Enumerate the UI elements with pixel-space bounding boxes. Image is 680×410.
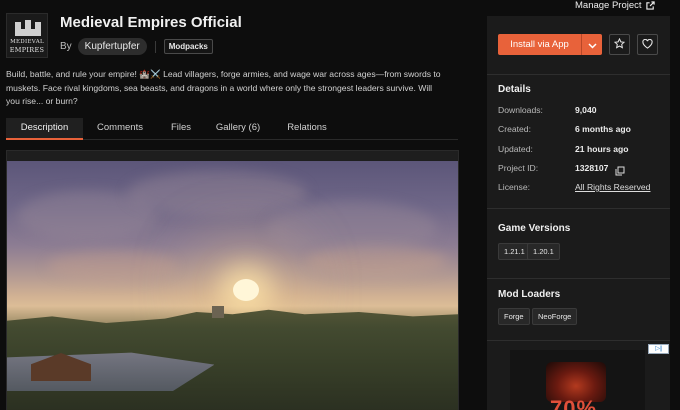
castle-icon xyxy=(15,20,41,36)
description-image-frame xyxy=(6,150,459,410)
mod-loaders-title: Mod Loaders xyxy=(498,289,561,300)
mod-loader-chip[interactable]: NeoForge xyxy=(532,308,578,325)
tab-description[interactable]: Description xyxy=(6,118,83,140)
divider xyxy=(487,208,670,209)
follow-button[interactable] xyxy=(609,34,630,55)
project-logo[interactable]: MEDIEVAL EMPIRES xyxy=(6,13,48,58)
project-tabs: Description Comments Files Gallery (6) R… xyxy=(6,118,458,140)
by-label: By xyxy=(60,41,72,52)
category-tag[interactable]: Modpacks xyxy=(163,39,213,54)
license-link[interactable]: All Rights Reserved xyxy=(575,182,650,192)
project-title: Medieval Empires Official xyxy=(60,14,242,31)
details-title: Details xyxy=(498,84,531,95)
chevron-down-icon xyxy=(587,36,597,54)
star-icon xyxy=(613,36,626,54)
game-versions-title: Game Versions xyxy=(498,223,571,234)
updated-value: 21 hours ago xyxy=(575,144,629,154)
tab-comments[interactable]: Comments xyxy=(86,118,154,140)
install-button[interactable]: Install via App xyxy=(498,34,581,55)
game-version-chip[interactable]: 1.20.1 xyxy=(527,243,560,260)
tab-files[interactable]: Files xyxy=(164,118,198,140)
external-link-icon xyxy=(645,1,655,10)
created-label: Created: xyxy=(498,124,531,134)
scrollbar[interactable] xyxy=(670,16,680,410)
license-label: License: xyxy=(498,182,531,192)
manage-project-link[interactable]: Manage Project xyxy=(575,0,655,11)
downloads-label: Downloads: xyxy=(498,105,543,115)
game-version-chip[interactable]: 1.21.1 xyxy=(498,243,531,260)
mod-loader-chip[interactable]: Forge xyxy=(498,308,530,325)
tab-relations[interactable]: Relations xyxy=(279,118,335,140)
divider xyxy=(487,74,670,75)
sun xyxy=(233,279,259,301)
project-id-value: 1328107 xyxy=(575,163,609,173)
byline: By Kupfertupfer Modpacks xyxy=(60,38,213,55)
project-summary: Build, battle, and rule your empire! 🏰⚔️… xyxy=(6,69,441,106)
divider xyxy=(487,278,670,279)
updated-label: Updated: xyxy=(498,144,533,154)
tab-gallery[interactable]: Gallery (6) xyxy=(209,118,267,140)
logo-text-top: MEDIEVAL xyxy=(10,39,44,45)
main-content: MEDIEVAL EMPIRES Medieval Empires Offici… xyxy=(0,0,487,410)
divider xyxy=(154,40,156,53)
favorite-button[interactable] xyxy=(637,34,658,55)
manage-project-label: Manage Project xyxy=(575,0,642,11)
divider xyxy=(487,340,670,341)
ad-choices-icon[interactable]: ▷| xyxy=(648,344,669,354)
heart-icon xyxy=(642,36,653,54)
copy-icon[interactable] xyxy=(615,163,625,176)
logo-text-bottom: EMPIRES xyxy=(9,46,45,54)
author-link[interactable]: Kupfertupfer xyxy=(77,38,147,55)
description-screenshot xyxy=(7,161,458,410)
downloads-value: 9,040 xyxy=(575,105,597,115)
created-value: 6 months ago xyxy=(575,124,631,134)
install-options-button[interactable] xyxy=(581,34,602,55)
tower xyxy=(212,306,224,318)
project-id-label: Project ID: xyxy=(498,163,539,173)
advertisement[interactable]: 70% xyxy=(510,350,645,410)
ad-text: 70% xyxy=(550,396,598,410)
